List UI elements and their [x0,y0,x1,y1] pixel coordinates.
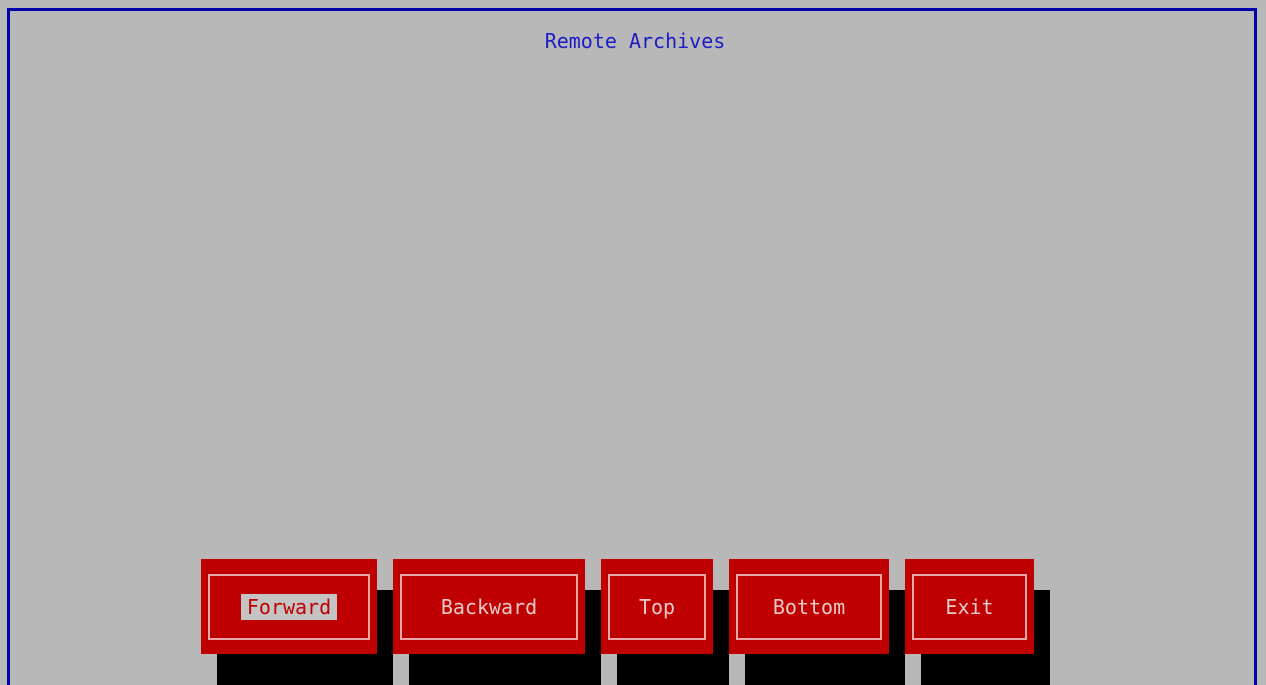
bottom-button[interactable]: Bottom [729,559,889,654]
exit-button-label: Exit [945,595,994,619]
top-button[interactable]: Top [601,559,713,654]
forward-button[interactable]: Forward [201,559,377,654]
bottom-button-border: Bottom [736,574,882,640]
forward-button-border: Forward [208,574,370,640]
bottom-button-label: Bottom [772,595,846,619]
top-button-label: Top [638,595,676,619]
terminal-screen: Remote Archives Forward Backward Top Bot… [0,0,1266,685]
exit-button-border: Exit [912,574,1027,640]
top-button-border: Top [608,574,706,640]
backward-button-label: Backward [440,595,538,619]
backward-button-border: Backward [400,574,578,640]
backward-button[interactable]: Backward [393,559,585,654]
forward-button-label: Forward [240,594,338,620]
dialog-title: Remote Archives [544,29,726,53]
exit-button[interactable]: Exit [905,559,1034,654]
